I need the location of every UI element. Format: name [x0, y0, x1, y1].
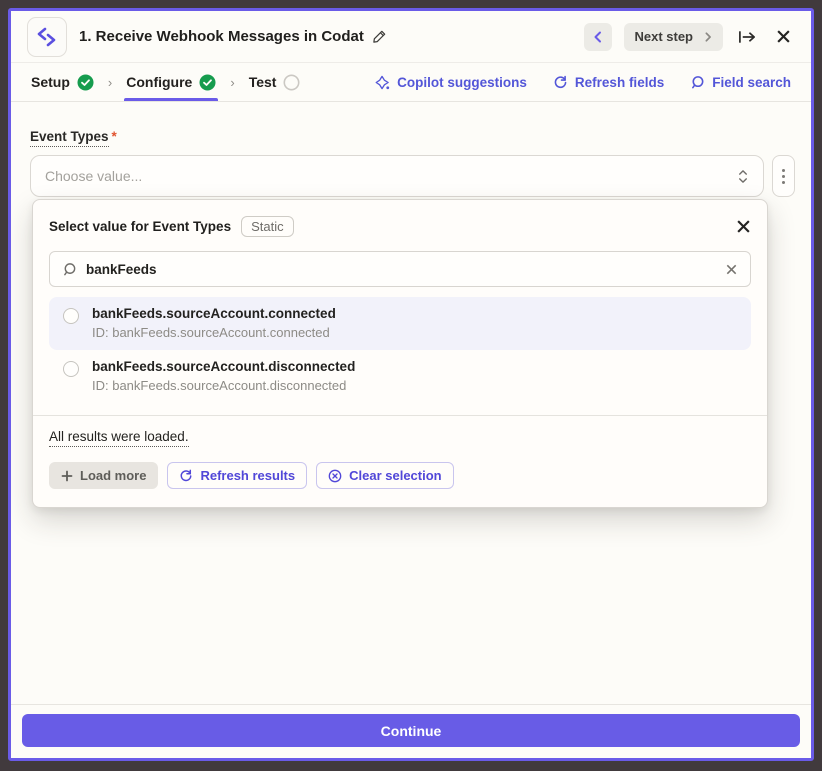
setup-complete-icon [77, 74, 94, 91]
option-id: ID: bankFeeds.sourceAccount.connected [92, 325, 336, 340]
modal-search-input[interactable]: bankFeeds [49, 251, 751, 287]
clear-selection-button[interactable]: Clear selection [316, 462, 454, 489]
load-more-button[interactable]: Load more [49, 462, 158, 489]
refresh-results-button[interactable]: Refresh results [167, 462, 307, 489]
search-icon [62, 262, 77, 277]
tab-configure-label: Configure [126, 74, 192, 90]
modal-title: Select value for Event Types [49, 219, 231, 234]
option-text: bankFeeds.sourceAccount.disconnected ID:… [92, 359, 355, 393]
configure-form: Event Types * Choose value... Select val… [11, 102, 811, 704]
static-badge: Static [241, 216, 294, 237]
next-step-button[interactable]: Next step [624, 23, 723, 51]
clear-search-icon[interactable] [725, 263, 738, 276]
step-title-row: 1. Receive Webhook Messages in Codat [79, 28, 387, 45]
modal-close-icon[interactable] [736, 219, 751, 234]
search-icon [690, 75, 705, 90]
chevron-left-icon [592, 31, 604, 43]
modal-header: Select value for Event Types Static [49, 216, 751, 237]
sparkle-icon [375, 75, 390, 90]
event-types-field-row: Choose value... [30, 155, 795, 197]
codat-logo-icon [36, 26, 58, 48]
step-header: 1. Receive Webhook Messages in Codat Nex… [11, 11, 811, 63]
select-placeholder: Choose value... [45, 168, 737, 184]
field-search-label: Field search [712, 75, 791, 90]
select-value-modal: Select value for Event Types Static bank… [32, 199, 768, 508]
tab-configure[interactable]: Configure [126, 63, 216, 101]
clear-selection-label: Clear selection [349, 468, 442, 483]
field-search-link[interactable]: Field search [690, 75, 791, 90]
option-label: bankFeeds.sourceAccount.disconnected [92, 359, 355, 374]
configure-complete-icon [199, 74, 216, 91]
option-text: bankFeeds.sourceAccount.connected ID: ba… [92, 306, 336, 340]
search-value: bankFeeds [86, 262, 716, 277]
select-updown-chevron-icon [737, 169, 749, 184]
option-list: bankFeeds.sourceAccount.connected ID: ba… [49, 297, 751, 403]
tab-separator-chevron: › [94, 75, 126, 90]
dot [782, 181, 785, 184]
step-tabbar: Setup › Configure › Test [11, 63, 811, 102]
refresh-icon [179, 469, 193, 483]
results-loaded-status: All results were loaded. [49, 429, 189, 447]
step-editor-window: 1. Receive Webhook Messages in Codat Nex… [8, 8, 814, 761]
edit-title-icon[interactable] [372, 29, 387, 44]
plus-icon [61, 470, 73, 482]
event-types-select[interactable]: Choose value... [30, 155, 764, 197]
refresh-fields-link[interactable]: Refresh fields [553, 75, 664, 90]
chevron-right-icon [703, 32, 713, 42]
dot [782, 169, 785, 172]
copilot-suggestions-link[interactable]: Copilot suggestions [375, 75, 527, 90]
previous-step-button[interactable] [584, 23, 612, 51]
radio-unselected[interactable] [63, 361, 79, 377]
option-id: ID: bankFeeds.sourceAccount.disconnected [92, 378, 355, 393]
refresh-results-label: Refresh results [200, 468, 295, 483]
tab-setup-label: Setup [31, 74, 70, 90]
refresh-icon [553, 75, 568, 90]
copilot-suggestions-label: Copilot suggestions [397, 75, 527, 90]
option-label: bankFeeds.sourceAccount.connected [92, 306, 336, 321]
load-more-label: Load more [80, 468, 146, 483]
codat-app-icon [27, 17, 67, 57]
continue-button[interactable]: Continue [22, 714, 800, 747]
tab-setup[interactable]: Setup [31, 63, 94, 101]
step-title: 1. Receive Webhook Messages in Codat [79, 28, 364, 45]
close-icon[interactable] [771, 25, 795, 49]
option-bankfeeds-connected[interactable]: bankFeeds.sourceAccount.connected ID: ba… [49, 297, 751, 350]
required-asterisk: * [112, 129, 117, 147]
field-options-menu-button[interactable] [772, 155, 795, 197]
option-bankfeeds-disconnected[interactable]: bankFeeds.sourceAccount.disconnected ID:… [49, 350, 751, 403]
tab-test[interactable]: Test [249, 63, 301, 101]
test-incomplete-icon [283, 74, 300, 91]
tab-test-label: Test [249, 74, 277, 90]
modal-footer-buttons: Load more Refresh results Clear sel [49, 462, 751, 489]
event-types-label: Event Types * [30, 129, 117, 147]
toolbar-links: Copilot suggestions Refresh fields Field… [375, 75, 791, 90]
tab-separator-chevron: › [216, 75, 248, 90]
open-side-panel-icon[interactable] [735, 25, 759, 49]
next-step-label: Next step [634, 29, 693, 44]
modal-divider [33, 415, 767, 416]
event-types-label-text: Event Types [30, 129, 109, 147]
refresh-fields-label: Refresh fields [575, 75, 664, 90]
circle-x-icon [328, 469, 342, 483]
step-footer: Continue [11, 704, 811, 758]
dot [782, 175, 785, 178]
radio-unselected[interactable] [63, 308, 79, 324]
